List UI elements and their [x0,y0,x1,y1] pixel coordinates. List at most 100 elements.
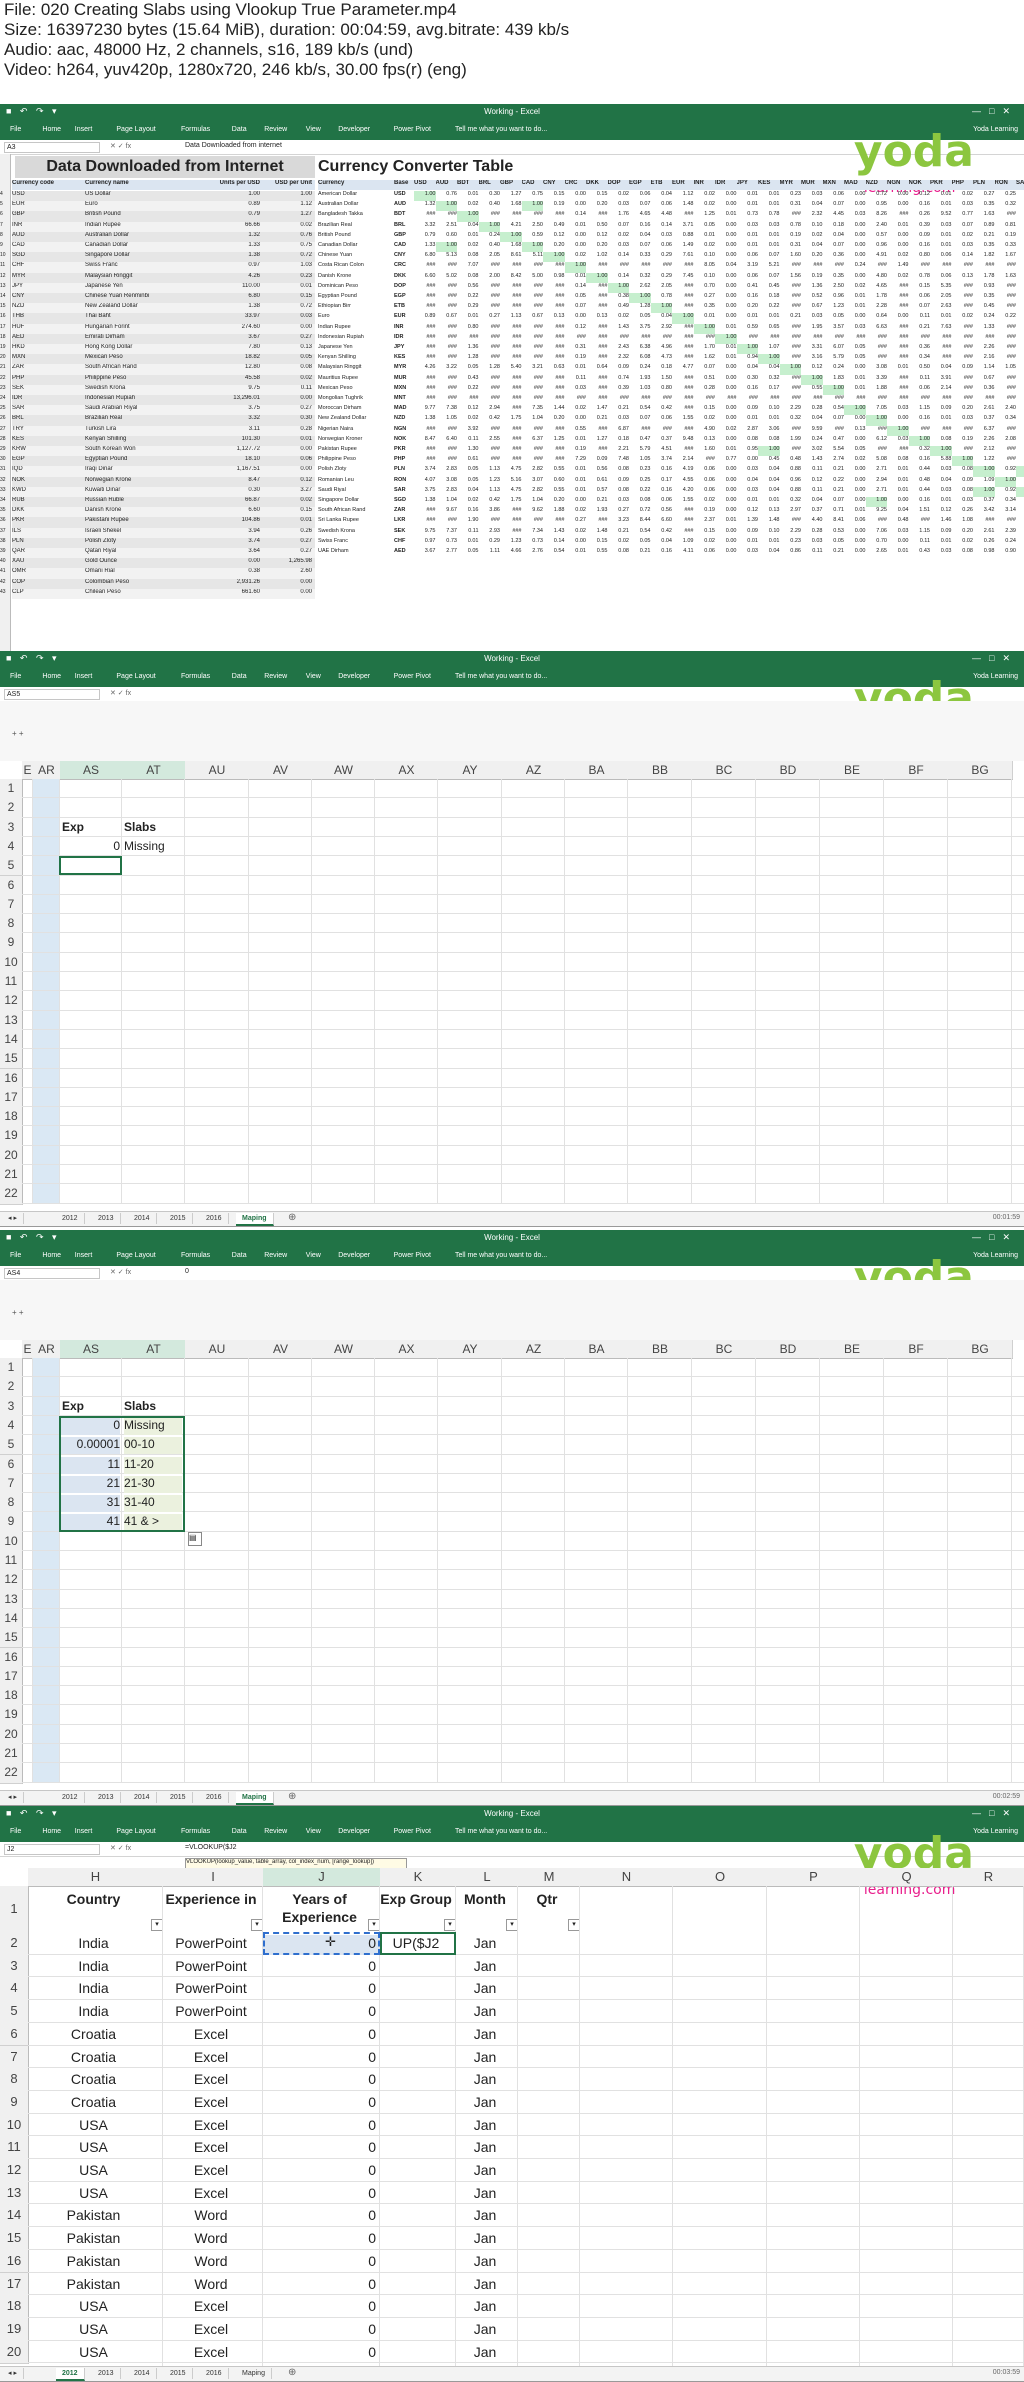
data-cell[interactable] [380,2207,452,2227]
row-header[interactable]: 19 [0,2317,29,2342]
data-cell[interactable]: USA [28,2298,159,2318]
column-header-as[interactable]: AS [60,761,123,780]
ribbon-tab-page-layout[interactable]: Page Layout [116,1252,155,1259]
row-header-1[interactable]: 1 [0,1358,23,1379]
row-header-18[interactable]: 18 [0,1107,23,1128]
data-cell[interactable]: Jan [456,2117,514,2137]
fx-icon[interactable]: ✕ ✓ fx [110,1268,131,1276]
right-header-mur[interactable]: MUR [801,180,823,190]
ribbon-tab-insert[interactable]: Insert [75,673,93,680]
table-header-0[interactable]: Country [28,1890,159,1930]
tell-me-search[interactable]: Tell me what you want to do... [455,1252,547,1259]
data-cell[interactable]: Pakistan [28,2230,159,2250]
row-header-3[interactable]: 3 [0,817,23,838]
row-header-17[interactable]: 17 [0,1666,23,1688]
data-cell[interactable]: Word [163,2207,259,2227]
data-cell[interactable]: Croatia [28,2049,159,2069]
row-header-15[interactable]: 15 [0,1628,23,1649]
ribbon-tab-view[interactable]: View [306,126,321,133]
column-header-r[interactable]: R [953,1868,1024,1887]
formula-input[interactable]: Data Downloaded from internet [185,142,282,149]
ribbon-tab-home[interactable]: Home [42,1252,61,1259]
formula-input[interactable]: 0 [185,1268,189,1275]
ribbon-tab-file[interactable]: File [10,126,21,133]
data-cell[interactable] [380,1958,452,1978]
data-cell[interactable]: Jan [456,2071,514,2091]
right-header-inr[interactable]: INR [694,180,716,190]
row-header-14[interactable]: 14 [0,1608,23,1630]
ribbon-tab-insert[interactable]: Insert [75,126,93,133]
column-header-az[interactable]: AZ [502,761,566,780]
data-cell[interactable]: USA [28,2162,159,2182]
sheet-tab-2016[interactable]: 2016 [200,1792,229,1803]
sheet-tab-2015[interactable]: 2015 [164,1792,193,1803]
column-header-bd[interactable]: BD [756,1340,821,1359]
data-cell[interactable]: 0 [263,2185,382,2205]
data-cell[interactable]: 0 [263,2094,382,2114]
ribbon-tab-developer[interactable]: Developer [338,673,370,680]
window-controls[interactable]: —□✕ [972,106,1018,117]
window-controls[interactable]: —□✕ [972,1808,1018,1819]
right-header-bdt[interactable]: BDT [457,180,479,190]
data-cell[interactable]: USA [28,2321,159,2341]
ribbon-tab-data[interactable]: Data [232,126,247,133]
data-cell[interactable]: 0 [263,2117,382,2137]
right-header-dop[interactable]: DOP [608,180,630,190]
column-header-as[interactable]: AS [60,1340,123,1359]
ribbon-tab-page-layout[interactable]: Page Layout [116,673,155,680]
row-header-19[interactable]: 19 [0,1126,23,1147]
right-header-mxn[interactable]: MXN [823,180,845,190]
right-header-myr[interactable]: MYR [780,180,802,190]
ribbon-tab-review[interactable]: Review [264,1252,287,1259]
data-cell[interactable]: 0 [263,2049,382,2069]
right-header-eur[interactable]: EUR [672,180,694,190]
row-header-6[interactable]: 6 [0,875,23,896]
row-header-13[interactable]: 13 [0,1589,23,1610]
row-header-16[interactable]: 16 [0,1647,23,1668]
right-header-nzd[interactable]: NZD [866,180,888,190]
row-header-8[interactable]: 8 [0,914,23,935]
row-header-1[interactable]: 1 [0,1886,29,1933]
row-header-12[interactable]: 12 [0,991,23,1012]
ribbon-tab-formulas[interactable]: Formulas [181,1828,210,1835]
data-cell[interactable] [380,2049,452,2069]
data-cell[interactable]: Jan [456,1958,514,1978]
column-header-au[interactable]: AU [185,1340,250,1359]
row-header[interactable]: 10 [0,2113,29,2138]
data-cell[interactable]: India [28,1980,159,2000]
right-header-brl[interactable]: BRL [479,180,501,190]
column-header-aw[interactable]: AW [312,761,376,780]
column-header-av[interactable]: AV [249,1340,313,1359]
column-header-k[interactable]: K [380,1868,457,1887]
column-header-bc[interactable]: BC [692,1340,757,1359]
row-header[interactable]: 11 [0,2136,29,2160]
name-box[interactable]: A3 [4,142,100,153]
data-cell[interactable]: USA [28,2344,159,2364]
column-header-bf[interactable]: BF [884,1340,949,1359]
right-header-etb[interactable]: ETB [651,180,673,190]
sheet-tab-2012[interactable]: 2012 [56,1792,85,1803]
row-header[interactable]: 5 [0,2000,29,2024]
sheet-tab-2013[interactable]: 2013 [92,1792,121,1803]
right-header-dkk[interactable]: DKK [586,180,608,190]
row-header-11[interactable]: 11 [0,1551,23,1572]
ribbon-tab-review[interactable]: Review [264,126,287,133]
sheet-tab-2012[interactable]: 2012 [56,1213,85,1224]
row-header-21[interactable]: 21 [0,1744,23,1765]
data-cell[interactable]: USA [28,2117,159,2137]
data-cell[interactable]: USA [28,2139,159,2159]
column-header-at[interactable]: AT [122,1340,186,1359]
row-header[interactable]: 18 [0,2295,29,2319]
row-header[interactable]: 7 [0,2045,29,2070]
data-cell[interactable]: 0 [263,2139,382,2159]
data-cell[interactable]: Jan [456,2185,514,2205]
ribbon-tab-insert[interactable]: Insert [75,1828,93,1835]
add-sheet-icon[interactable]: ⊕ [288,1212,296,1223]
column-header-ax[interactable]: AX [375,1340,439,1359]
tell-me-search[interactable]: Tell me what you want to do... [455,126,547,133]
data-cell[interactable]: 0 [263,2026,382,2046]
row-header-5[interactable]: 5 [0,856,23,877]
row-header[interactable]: 13 [0,2181,29,2206]
column-header-n[interactable]: N [580,1868,674,1887]
row-header[interactable]: 12 [0,2159,29,2183]
